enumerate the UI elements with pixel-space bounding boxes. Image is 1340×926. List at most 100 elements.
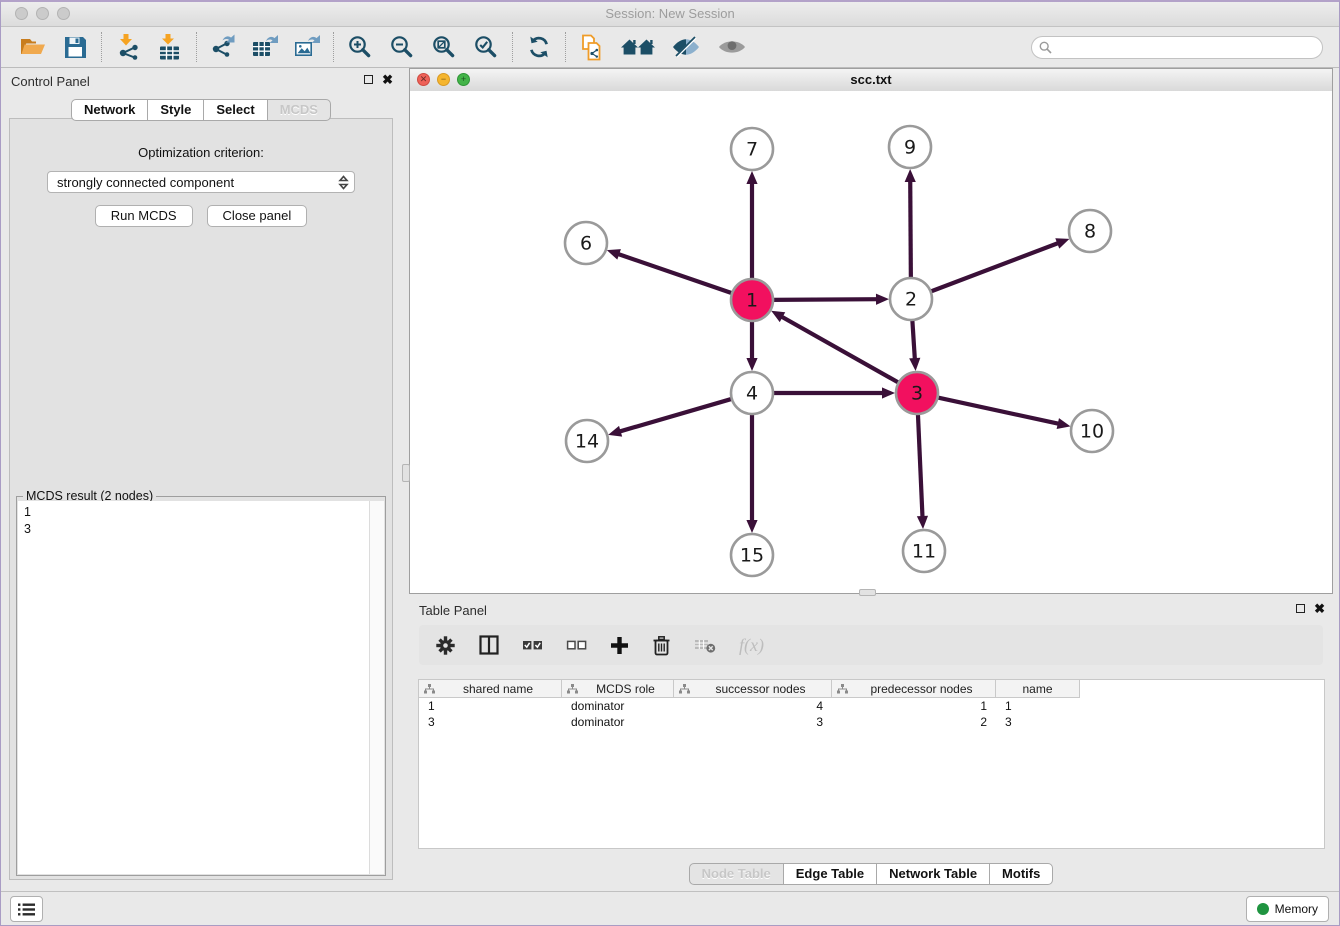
float-panel-icon[interactable] bbox=[364, 75, 373, 84]
network-canvas[interactable]: 7968124314101511 bbox=[410, 91, 1332, 593]
table-cell: 3 bbox=[674, 715, 832, 729]
tab-select[interactable]: Select bbox=[203, 99, 267, 121]
zoom-selected-button[interactable] bbox=[472, 33, 500, 61]
task-history-icon bbox=[18, 903, 35, 916]
graph-edge[interactable] bbox=[780, 316, 901, 384]
tab-style[interactable]: Style bbox=[147, 99, 204, 121]
export-table-button[interactable] bbox=[251, 33, 279, 61]
tab-edge-table[interactable]: Edge Table bbox=[783, 863, 877, 885]
show-all-button[interactable] bbox=[716, 33, 748, 61]
graph-edge[interactable] bbox=[929, 242, 1060, 292]
graph-node-label: 1 bbox=[746, 290, 758, 312]
graph-edge[interactable] bbox=[771, 299, 879, 300]
tab-network-table[interactable]: Network Table bbox=[876, 863, 990, 885]
graph-edge[interactable] bbox=[912, 318, 915, 361]
column-header-predecessor-nodes[interactable]: predecessor nodes bbox=[832, 680, 996, 698]
zoom-fit-button[interactable] bbox=[430, 33, 458, 61]
graph-edge-arrowhead bbox=[746, 358, 757, 371]
network-graph: 7968124314101511 bbox=[410, 91, 1332, 593]
clone-network-button[interactable] bbox=[578, 33, 606, 61]
tab-network[interactable]: Network bbox=[71, 99, 148, 121]
delete-column-button[interactable] bbox=[694, 637, 716, 654]
open-session-button[interactable] bbox=[19, 33, 47, 61]
table-cell: 4 bbox=[674, 699, 832, 713]
zoom-in-button[interactable] bbox=[346, 33, 374, 61]
network-title: scc.txt bbox=[410, 72, 1332, 87]
run-mcds-button[interactable]: Run MCDS bbox=[95, 205, 193, 227]
zoom-out-button[interactable] bbox=[388, 33, 416, 61]
memory-label: Memory bbox=[1275, 902, 1318, 916]
export-network-button[interactable] bbox=[209, 33, 237, 61]
graph-node-label: 3 bbox=[911, 383, 923, 405]
gear-button[interactable] bbox=[435, 635, 456, 656]
import-network-button[interactable] bbox=[114, 33, 142, 61]
export-image-button[interactable] bbox=[293, 33, 321, 61]
control-panel: Control Panel ✖ Network Style Select MCD… bbox=[1, 68, 401, 894]
memory-status-icon bbox=[1257, 903, 1269, 915]
select-all-button[interactable] bbox=[522, 636, 543, 654]
column-header-mcds-role[interactable]: MCDS role bbox=[562, 680, 674, 698]
graph-edge[interactable] bbox=[936, 397, 1061, 424]
graph-edge[interactable] bbox=[918, 412, 923, 519]
tab-mcds[interactable]: MCDS bbox=[267, 99, 331, 121]
columns-button[interactable] bbox=[479, 635, 499, 655]
close-panel-icon[interactable]: ✖ bbox=[382, 74, 393, 85]
graph-edge[interactable] bbox=[910, 179, 911, 280]
table-cell: dominator bbox=[562, 715, 674, 729]
table-cell: 1 bbox=[832, 699, 996, 713]
search-input[interactable] bbox=[1031, 36, 1323, 59]
delete-button[interactable] bbox=[652, 635, 671, 656]
deselect-all-icon bbox=[566, 636, 587, 654]
graph-edge[interactable] bbox=[616, 253, 734, 293]
network-titlebar: ✕ − + scc.txt bbox=[410, 69, 1332, 92]
zoom-fit-icon bbox=[431, 34, 457, 60]
search-field[interactable] bbox=[1031, 36, 1323, 59]
graph-node-label: 10 bbox=[1080, 421, 1104, 443]
table-cell: dominator bbox=[562, 699, 674, 713]
column-header-name[interactable]: name bbox=[996, 680, 1080, 698]
close-panel-button[interactable]: Close panel bbox=[207, 205, 308, 227]
vertical-resize-grip[interactable] bbox=[402, 464, 410, 482]
criterion-dropdown[interactable]: strongly connected component bbox=[47, 171, 355, 193]
home-button[interactable] bbox=[620, 33, 656, 61]
memory-button[interactable]: Memory bbox=[1246, 896, 1329, 922]
graph-edge[interactable] bbox=[618, 398, 734, 432]
save-session-button[interactable] bbox=[61, 33, 89, 61]
tab-node-table[interactable]: Node Table bbox=[689, 863, 784, 885]
graph-node-label: 8 bbox=[1084, 221, 1096, 243]
column-header-successor-nodes[interactable]: successor nodes bbox=[674, 680, 832, 698]
graph-node-label: 9 bbox=[904, 137, 916, 159]
graph-edge-arrowhead bbox=[917, 516, 928, 529]
tab-motifs[interactable]: Motifs bbox=[989, 863, 1053, 885]
status-bar: Memory bbox=[1, 891, 1339, 925]
refresh-layout-button[interactable] bbox=[525, 33, 553, 61]
hierarchy-icon bbox=[679, 684, 690, 694]
add-column-icon bbox=[610, 636, 629, 655]
show-all-icon bbox=[717, 35, 747, 59]
app-title: Session: New Session bbox=[1, 6, 1339, 21]
close-table-panel-icon[interactable]: ✖ bbox=[1314, 603, 1325, 614]
horizontal-resize-grip[interactable] bbox=[859, 589, 876, 596]
graph-node-label: 14 bbox=[575, 431, 599, 453]
search-icon bbox=[1039, 41, 1052, 54]
column-header-shared-name[interactable]: shared name bbox=[419, 680, 562, 698]
table-header-row: shared name MCDS role successor nodes bbox=[419, 680, 1324, 698]
table-row[interactable]: 3dominator323 bbox=[419, 714, 1324, 730]
result-scrollbar[interactable] bbox=[369, 501, 384, 874]
save-session-icon bbox=[64, 36, 87, 59]
task-history-button[interactable] bbox=[10, 896, 43, 922]
mcds-panel: Optimization criterion: strongly connect… bbox=[9, 118, 393, 880]
criterion-value: strongly connected component bbox=[57, 175, 234, 190]
deselect-all-button[interactable] bbox=[566, 636, 587, 654]
trash-icon bbox=[652, 635, 671, 656]
add-column-button[interactable] bbox=[610, 636, 629, 655]
home-icon bbox=[621, 35, 655, 59]
float-table-panel-icon[interactable] bbox=[1296, 604, 1305, 613]
hide-selected-button[interactable] bbox=[670, 33, 702, 61]
graph-edge-arrowhead bbox=[1057, 418, 1071, 429]
function-builder-button[interactable]: f(x) bbox=[739, 635, 764, 656]
graph-edge-arrowhead bbox=[608, 426, 622, 437]
import-table-button[interactable] bbox=[156, 33, 184, 61]
table-row[interactable]: 1dominator411 bbox=[419, 698, 1324, 714]
export-table-icon bbox=[252, 34, 279, 60]
